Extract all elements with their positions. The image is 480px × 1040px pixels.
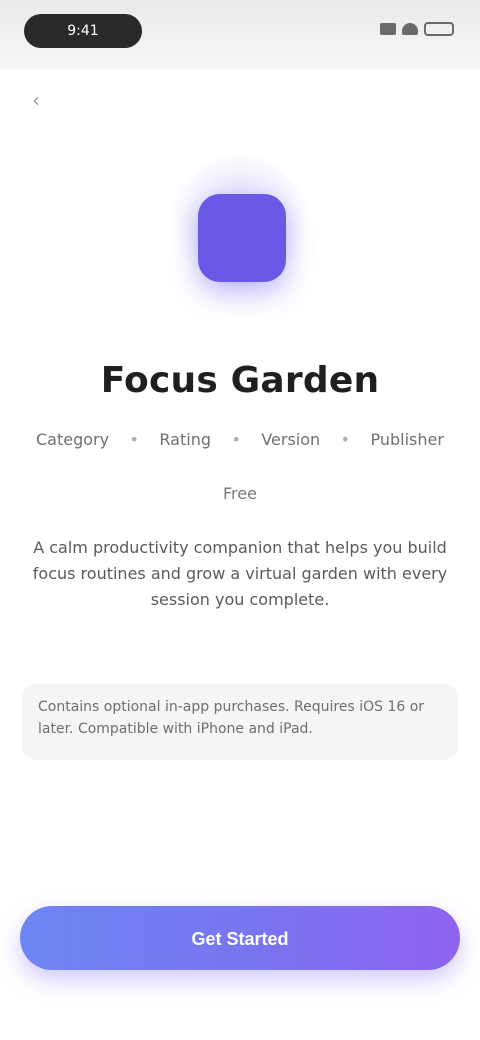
meta-item: Rating (159, 430, 211, 449)
meta-row: Category • Rating • Version • Publisher (36, 430, 444, 449)
chevron-left-icon[interactable]: ‹ (22, 86, 50, 114)
meta-separator: • (231, 430, 241, 449)
app-title: Focus Garden (100, 360, 380, 401)
app-icon (198, 194, 286, 282)
status-icons (380, 22, 454, 36)
meta-item: Publisher (370, 430, 444, 449)
meta-secondary: Free (223, 484, 257, 503)
meta-item: Category (36, 430, 110, 449)
meta-item: Version (261, 430, 321, 449)
cellular-signal-icon (380, 23, 396, 35)
wifi-icon (402, 23, 418, 35)
get-started-button[interactable]: Get Started (20, 906, 460, 970)
meta-separator: • (340, 430, 351, 449)
app-description: A calm productivity companion that helps… (32, 538, 448, 609)
status-bar: 9:41 (0, 0, 480, 70)
status-time: 9:41 (24, 14, 142, 48)
info-card: Contains optional in-app purchases. Requ… (22, 684, 458, 760)
battery-icon (424, 22, 454, 36)
meta-separator: • (129, 430, 139, 449)
